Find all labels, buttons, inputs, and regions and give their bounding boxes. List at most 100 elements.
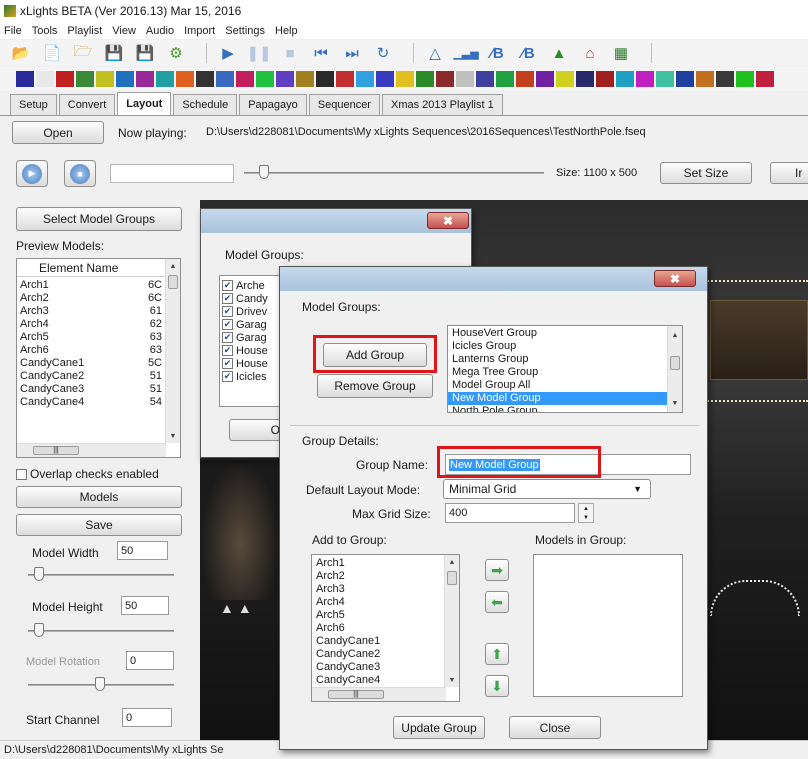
play-icon[interactable]: ▶	[217, 43, 239, 63]
add-list-vscroll[interactable]: ▲ ▼	[444, 555, 459, 687]
list-item[interactable]: Arch5	[312, 609, 446, 622]
save-as-icon[interactable]: 💾	[134, 43, 156, 63]
models-horizontal-scrollbar[interactable]: |||	[17, 443, 166, 457]
menu-import[interactable]: Import	[184, 25, 215, 37]
tab-schedule[interactable]: Schedule	[173, 94, 238, 115]
effect-icon[interactable]	[96, 71, 114, 87]
effect-icon[interactable]	[256, 71, 274, 87]
tab-layout[interactable]: Layout	[117, 92, 172, 115]
rewind-icon[interactable]: ⏮	[310, 43, 332, 63]
effect-icon[interactable]	[556, 71, 574, 87]
overlap-checkbox-row[interactable]: Overlap checks enabled	[16, 467, 159, 481]
max-grid-spinner[interactable]: ▲ ▼	[578, 503, 594, 523]
tab-convert[interactable]: Convert	[58, 94, 116, 115]
model-rotation-field[interactable]: 0	[126, 651, 174, 670]
list-item[interactable]: Icicles Group	[448, 340, 668, 353]
models-in-group-list[interactable]	[533, 554, 683, 697]
stop-button[interactable]: ■	[64, 160, 96, 187]
pause-icon[interactable]: ❚❚	[246, 43, 271, 63]
list-item[interactable]: ✔ Arche	[220, 279, 284, 292]
triangle-icon[interactable]: △	[424, 43, 446, 63]
scroll-thumb[interactable]	[670, 356, 680, 370]
checkmark-icon[interactable]: ✔	[222, 280, 233, 291]
list-item[interactable]: Lanterns Group	[448, 353, 668, 366]
effect-icon[interactable]	[736, 71, 754, 87]
tab-playlist[interactable]: Xmas 2013 Playlist 1	[381, 94, 503, 115]
model-width-field[interactable]: 50	[117, 541, 168, 560]
close-button[interactable]: Close	[509, 716, 601, 739]
list-item[interactable]: ✔ House	[220, 357, 284, 370]
effect-icon[interactable]	[136, 71, 154, 87]
partial-button[interactable]: Ir	[770, 162, 808, 184]
matrix-icon[interactable]: ▦	[610, 43, 632, 63]
fast-forward-icon[interactable]: ⏭	[341, 43, 363, 63]
effect-icon[interactable]	[576, 71, 594, 87]
checkmark-icon[interactable]: ✔	[222, 345, 233, 356]
effect-icon[interactable]	[196, 71, 214, 87]
tab-papagayo[interactable]: Papagayo	[239, 94, 307, 115]
menu-settings[interactable]: Settings	[225, 25, 265, 37]
table-row[interactable]: CandyCane4 54	[17, 396, 166, 409]
effect-icon[interactable]	[396, 71, 414, 87]
zoom-slider-track[interactable]	[244, 172, 544, 174]
table-row[interactable]: CandyCane1 5C	[17, 357, 166, 370]
effect-icon[interactable]	[376, 71, 394, 87]
menu-tools[interactable]: Tools	[32, 25, 58, 37]
list-item[interactable]: Arch6	[312, 622, 446, 635]
effect-icon[interactable]	[116, 71, 134, 87]
list-item[interactable]: New Model Group	[448, 392, 668, 405]
b-right-icon[interactable]: ∕B	[517, 43, 539, 63]
scroll-down-icon[interactable]: ▼	[445, 673, 459, 687]
list-item[interactable]: CandyCane1	[312, 635, 446, 648]
effect-icon[interactable]	[536, 71, 554, 87]
new-file-icon[interactable]: 📄	[41, 43, 63, 63]
effect-icon[interactable]	[56, 71, 74, 87]
effect-icon[interactable]	[76, 71, 94, 87]
effect-icon[interactable]	[616, 71, 634, 87]
effect-icon[interactable]	[176, 71, 194, 87]
list-item[interactable]: ✔ Garag	[220, 318, 284, 331]
gear-icon[interactable]: ⚙	[165, 43, 187, 63]
list-item[interactable]: CandyCane2	[312, 648, 446, 661]
tab-setup[interactable]: Setup	[10, 94, 57, 115]
group-list[interactable]: HouseVert Group Icicles Group Lanterns Gro…	[447, 325, 683, 413]
open-button[interactable]: Open	[12, 121, 104, 144]
effect-icon[interactable]	[316, 71, 334, 87]
spin-up-icon[interactable]: ▲	[583, 506, 589, 512]
menu-playlist[interactable]: Playlist	[67, 25, 102, 37]
list-item[interactable]: ✔ Garag	[220, 331, 284, 344]
effect-icon[interactable]	[336, 71, 354, 87]
checkmark-icon[interactable]: ✔	[222, 293, 233, 304]
scroll-up-icon[interactable]: ▲	[668, 328, 682, 342]
model-height-slider-thumb[interactable]	[34, 623, 44, 637]
effect-icon[interactable]	[636, 71, 654, 87]
levels-icon[interactable]: ▁▃▅	[453, 43, 478, 63]
group-list-scrollbar[interactable]: ▲ ▼	[667, 326, 682, 412]
save-button[interactable]: Save	[16, 514, 182, 536]
move-down-button[interactable]: ⬇	[485, 675, 509, 697]
house-icon[interactable]: ⌂	[579, 43, 601, 63]
table-row[interactable]: Arch1 6C	[17, 279, 166, 292]
list-item[interactable]: ✔ House	[220, 344, 284, 357]
effect-icon[interactable]	[296, 71, 314, 87]
move-right-button[interactable]: ➡	[485, 559, 509, 581]
effect-icon[interactable]	[516, 71, 534, 87]
list-item[interactable]: Model Group All	[448, 379, 668, 392]
mega-tree-icon[interactable]: ▲	[548, 43, 570, 63]
table-row[interactable]: CandyCane2 51	[17, 370, 166, 383]
effect-icon[interactable]	[436, 71, 454, 87]
table-row[interactable]: Arch5 63	[17, 331, 166, 344]
add-list-hscroll[interactable]: |||	[312, 687, 446, 701]
spin-down-icon[interactable]: ▼	[583, 515, 589, 521]
effect-icon[interactable]	[356, 71, 374, 87]
checkmark-icon[interactable]: ✔	[222, 371, 233, 382]
table-row[interactable]: CandyCane3 51	[17, 383, 166, 396]
add-to-group-list[interactable]: Arch1 Arch2 Arch3 Arch4 Arch5 Arch6 CandyCane1…	[311, 554, 460, 702]
start-channel-field[interactable]: 0	[122, 708, 172, 727]
table-row[interactable]: Arch4 62	[17, 318, 166, 331]
list-item[interactable]: Arch2	[312, 570, 446, 583]
model-height-slider-track[interactable]	[28, 630, 174, 632]
list-item[interactable]: Arch3	[312, 583, 446, 596]
menu-view[interactable]: View	[112, 25, 136, 37]
stop-icon[interactable]: ■	[279, 43, 301, 63]
